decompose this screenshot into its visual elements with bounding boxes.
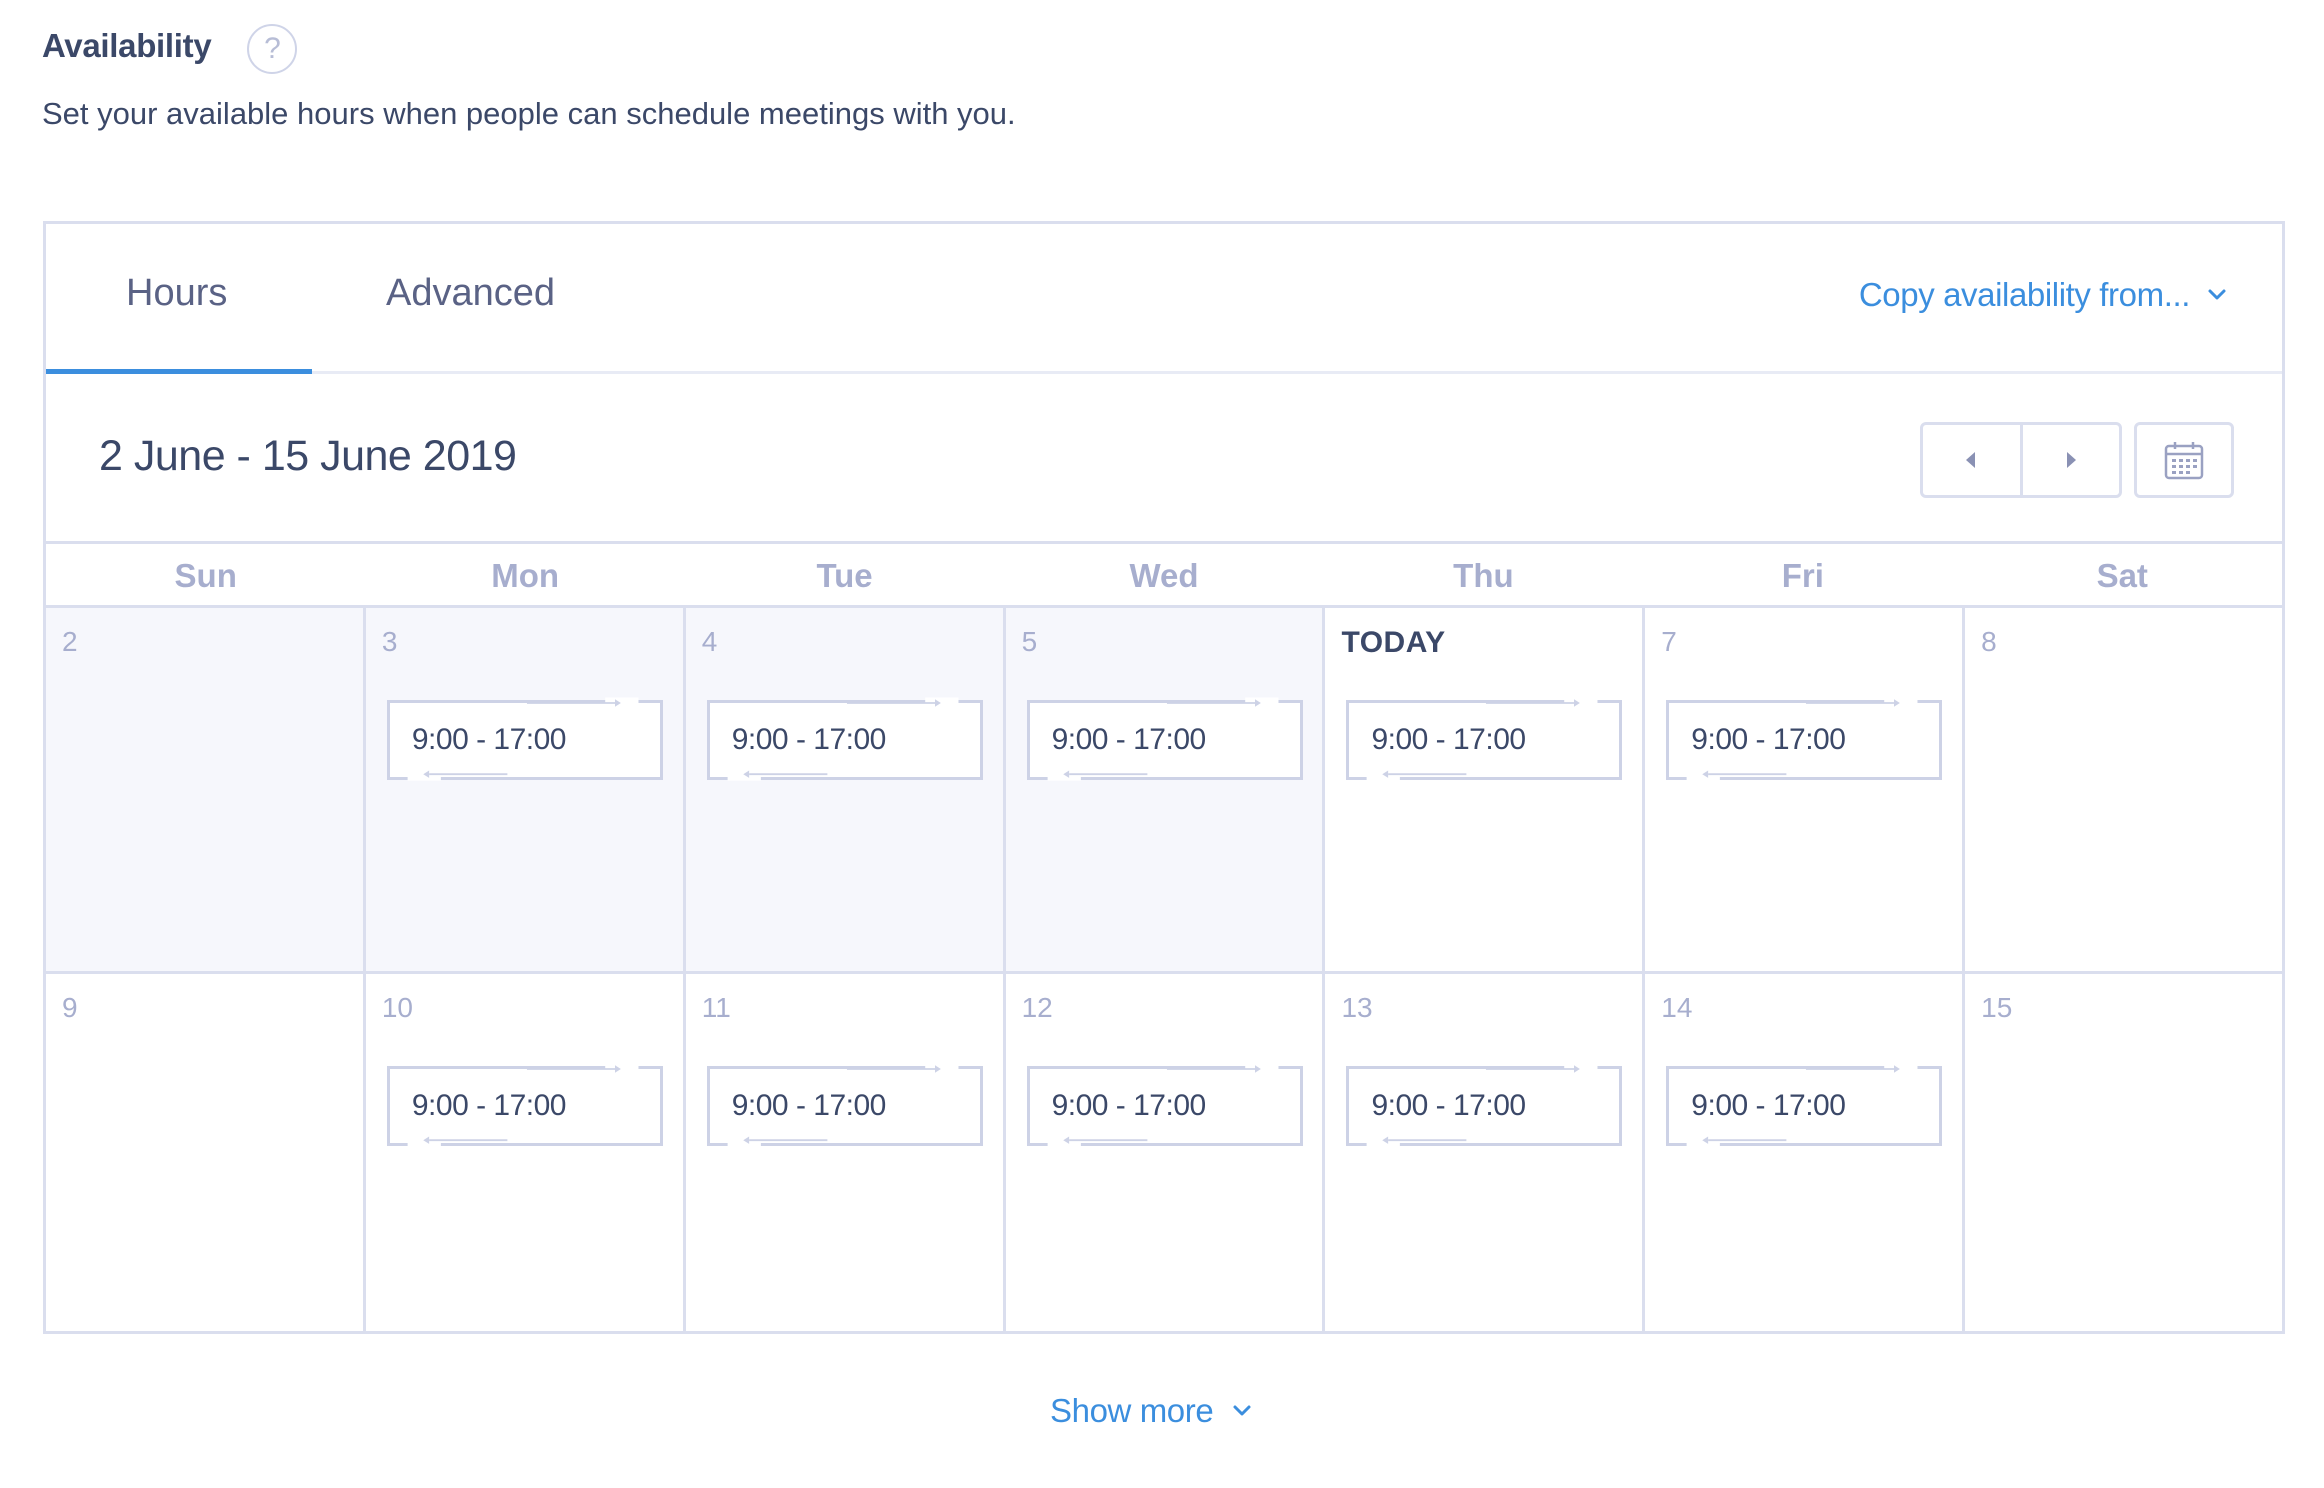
day-number: 14 <box>1661 992 1693 1023</box>
time-slot[interactable]: 9:00 - 17:00 <box>706 697 983 781</box>
page-subtitle: Set your available hours when people can… <box>42 96 1016 131</box>
calendar-button[interactable] <box>2134 422 2234 498</box>
calendar-icon <box>2164 442 2204 480</box>
day-number: 8 <box>1981 626 1997 657</box>
weekday-fri: Fri <box>1781 557 1824 594</box>
weekday-header: Sun Mon Tue Wed Thu Fri Sat <box>46 544 2282 608</box>
time-slot[interactable]: 9:00 - 17:00 <box>1666 697 1943 781</box>
calendar-week: 9 10 9:00 - 17:00 11 9:00 - 17:00 12 9:00 - 17… <box>46 971 2282 1334</box>
calendar-day[interactable]: 8 <box>1962 608 2282 971</box>
time-slot-label: 9:00 - 17:00 <box>1691 723 1846 756</box>
day-number: 9 <box>62 992 78 1023</box>
day-number: 10 <box>381 992 414 1023</box>
weekday-sat: Sat <box>2096 557 2148 594</box>
calendar-day[interactable]: 13 9:00 - 17:00 <box>1322 974 1642 1334</box>
weekday-tue: Tue <box>816 557 873 594</box>
page-title: Availability <box>42 27 212 64</box>
time-slot-label: 9:00 - 17:00 <box>731 1089 887 1122</box>
time-slot[interactable]: 9:00 - 17:00 <box>1026 697 1303 781</box>
day-number: 5 <box>1021 626 1038 657</box>
day-number: 12 <box>1021 992 1053 1023</box>
time-slot[interactable]: 9:00 - 17:00 <box>1346 1063 1623 1147</box>
calendar-week: 2 3 9:00 - 17:00 4 9:00 - 17:00 5 9:00 - 17:00… <box>46 608 2282 971</box>
help-icon[interactable]: ? <box>247 24 298 74</box>
copy-availability-label: Copy availability from... <box>1858 276 2191 313</box>
day-number: 11 <box>701 992 731 1023</box>
weekday-wed: Wed <box>1129 557 1199 594</box>
calendar-day[interactable]: 3 9:00 - 17:00 <box>362 608 683 971</box>
time-slot-label: 9:00 - 17:00 <box>1371 1089 1526 1122</box>
chevron-down-icon <box>2208 289 2226 300</box>
tab-hours[interactable]: Hours <box>126 272 227 315</box>
day-number: 3 <box>381 626 398 657</box>
caret-left-icon <box>1966 452 1976 468</box>
time-slot-label: 9:00 - 17:00 <box>1691 1089 1846 1122</box>
availability-page: Availability ? Set your available hours … <box>0 0 2324 1488</box>
calendar-grid: 2 3 9:00 - 17:00 4 9:00 - 17:00 5 9:00 - 17:00… <box>46 608 2282 1334</box>
time-slot-label: 9:00 - 17:00 <box>411 1089 567 1122</box>
time-slot-label: 9:00 - 17:00 <box>411 723 567 756</box>
range-row: 2 June - 15 June 2019 <box>46 374 2282 544</box>
time-slot[interactable]: 9:00 - 17:00 <box>386 1063 663 1147</box>
show-more-label: Show more <box>1050 1392 1214 1429</box>
weekday-sun: Sun <box>174 557 237 594</box>
time-slot[interactable]: 9:00 - 17:00 <box>386 697 663 781</box>
previous-button[interactable] <box>1923 425 2020 495</box>
day-number: 15 <box>1981 992 2013 1023</box>
time-slot[interactable]: 9:00 - 17:00 <box>1666 1063 1943 1147</box>
title-row: Availability ? <box>42 18 298 74</box>
weekday-thu: Thu <box>1453 557 1514 594</box>
tab-bar: Hours Advanced Copy availability from... <box>46 224 2282 374</box>
calendar-day[interactable]: 7 9:00 - 17:00 <box>1642 608 1962 971</box>
calendar-day[interactable]: 12 9:00 - 17:00 <box>1002 974 1323 1334</box>
day-number: 4 <box>701 626 718 657</box>
calendar-day[interactable]: 15 <box>1962 974 2282 1334</box>
calendar-day[interactable]: 5 9:00 - 17:00 <box>1002 608 1323 971</box>
calendar-day[interactable]: 14 9:00 - 17:00 <box>1642 974 1962 1334</box>
day-number: 7 <box>1661 626 1677 657</box>
day-number: 13 <box>1341 992 1373 1023</box>
calendar-day[interactable]: 10 9:00 - 17:00 <box>362 974 683 1334</box>
calendar-day[interactable]: 11 9:00 - 17:00 <box>682 974 1003 1334</box>
next-button[interactable] <box>2019 425 2120 495</box>
week-navigation <box>1920 422 2122 498</box>
calendar-day[interactable]: 9 <box>46 974 363 1334</box>
today-label: TODAY <box>1341 626 1446 659</box>
copy-availability-button[interactable]: Copy availability from... <box>1859 276 2230 314</box>
caret-right-icon <box>2066 452 2076 468</box>
time-slot-label: 9:00 - 17:00 <box>731 723 887 756</box>
chevron-down-icon <box>1233 1405 1251 1416</box>
day-number: 2 <box>62 626 78 657</box>
show-more-button[interactable]: Show more <box>1050 1392 1255 1430</box>
time-slot[interactable]: 9:00 - 17:00 <box>1026 1063 1303 1147</box>
weekday-mon: Mon <box>491 557 560 594</box>
time-slot[interactable]: 9:00 - 17:00 <box>1346 697 1623 781</box>
calendar-day-today[interactable]: TODAY 9:00 - 17:00 <box>1322 608 1642 971</box>
calendar-day[interactable]: 2 <box>46 608 363 971</box>
time-slot[interactable]: 9:00 - 17:00 <box>706 1063 983 1147</box>
time-slot-label: 9:00 - 17:00 <box>1051 723 1207 756</box>
calendar-day[interactable]: 4 9:00 - 17:00 <box>682 608 1003 971</box>
time-slot-label: 9:00 - 17:00 <box>1051 1089 1207 1122</box>
tab-advanced[interactable]: Advanced <box>386 272 555 315</box>
date-range-label: 2 June - 15 June 2019 <box>99 432 517 480</box>
availability-card: Hours Advanced Copy availability from...… <box>43 221 2285 1334</box>
time-slot-label: 9:00 - 17:00 <box>1371 723 1526 756</box>
